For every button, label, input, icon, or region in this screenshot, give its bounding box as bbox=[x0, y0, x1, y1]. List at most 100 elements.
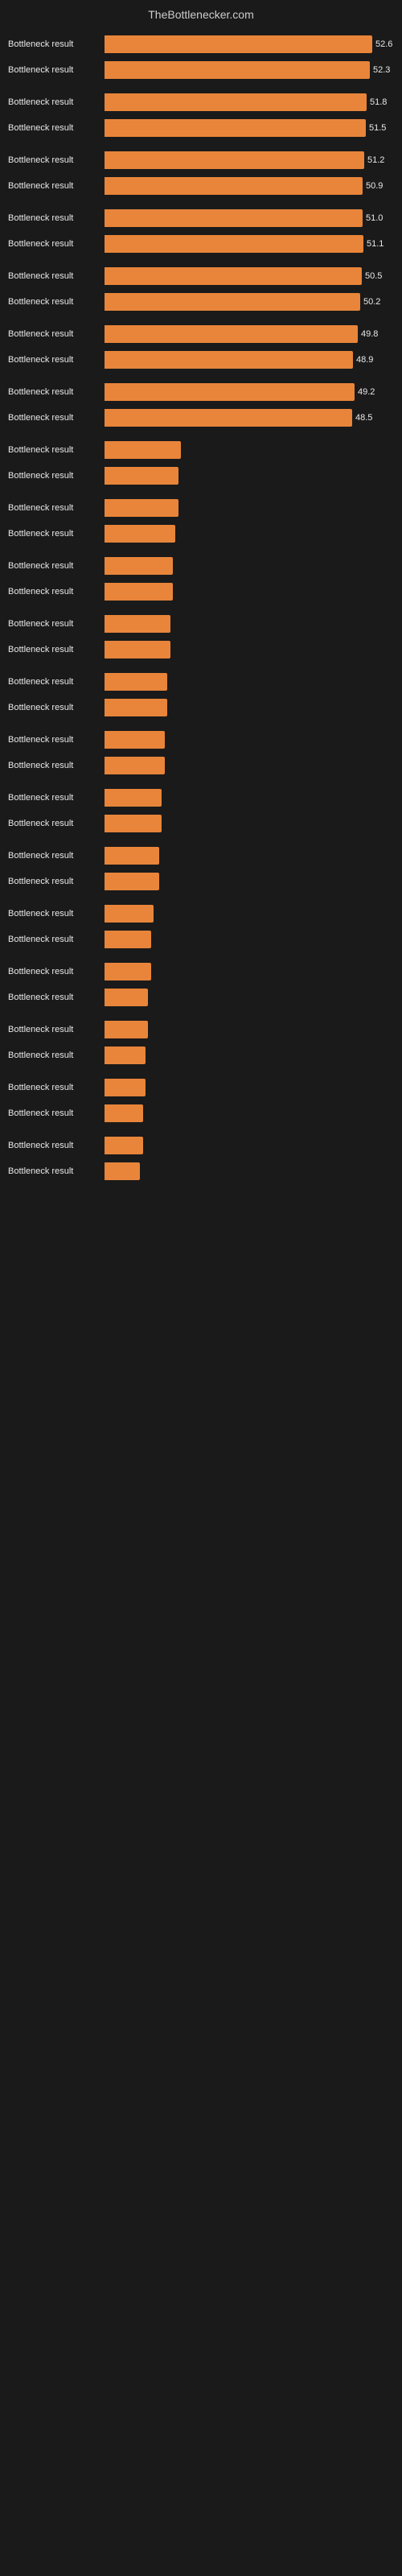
bar-row: Bottleneck result49.2 bbox=[8, 381, 386, 403]
bar-row: Bottleneck result48.5 bbox=[8, 407, 386, 429]
bar-wrapper bbox=[105, 699, 386, 716]
bar-row: Bottleneck result bbox=[8, 555, 386, 577]
bar-row: Bottleneck result bbox=[8, 1076, 386, 1099]
bar-row: Bottleneck result bbox=[8, 613, 386, 635]
bar-row: Bottleneck result bbox=[8, 870, 386, 893]
bar-fill bbox=[105, 267, 362, 285]
bar-wrapper bbox=[105, 441, 386, 459]
bar-label: Bottleneck result bbox=[8, 39, 105, 49]
bar-label: Bottleneck result bbox=[8, 1051, 105, 1060]
bar-wrapper: 49.2 bbox=[105, 383, 386, 401]
bar-wrapper: 51.2 bbox=[105, 151, 386, 169]
bar-fill bbox=[105, 177, 363, 195]
bar-row: Bottleneck result bbox=[8, 522, 386, 545]
bar-wrapper bbox=[105, 931, 386, 948]
bar-fill bbox=[105, 35, 372, 53]
bar-label: Bottleneck result bbox=[8, 65, 105, 75]
bar-label: Bottleneck result bbox=[8, 1166, 105, 1176]
bar-fill bbox=[105, 293, 360, 311]
spacer bbox=[8, 258, 386, 265]
bar-label: Bottleneck result bbox=[8, 587, 105, 597]
spacer bbox=[8, 1186, 386, 1192]
bar-label: Bottleneck result bbox=[8, 703, 105, 712]
bar-fill bbox=[105, 673, 167, 691]
bar-value: 52.6 bbox=[375, 39, 392, 49]
spacer bbox=[8, 85, 386, 91]
bar-row: Bottleneck result bbox=[8, 960, 386, 983]
bar-wrapper bbox=[105, 905, 386, 923]
bar-row: Bottleneck result 51.0 bbox=[8, 207, 386, 229]
bar-fill bbox=[105, 615, 170, 633]
bar-label: Bottleneck result bbox=[8, 387, 105, 397]
bar-wrapper bbox=[105, 989, 386, 1006]
bar-wrapper: 48.5 bbox=[105, 409, 386, 427]
bar-wrapper: 52.3 bbox=[105, 61, 390, 79]
bar-row: Bottleneck result bbox=[8, 1102, 386, 1125]
bar-fill bbox=[105, 441, 181, 459]
bar-fill bbox=[105, 989, 148, 1006]
spacer bbox=[8, 722, 386, 729]
bar-wrapper: 51.5 bbox=[105, 119, 386, 137]
bar-label: Bottleneck result bbox=[8, 677, 105, 687]
bar-fill bbox=[105, 1137, 143, 1154]
bar-wrapper bbox=[105, 641, 386, 658]
bar-row: Bottleneck result bbox=[8, 497, 386, 519]
spacer bbox=[8, 374, 386, 381]
bar-fill bbox=[105, 905, 154, 923]
bar-label: Bottleneck result bbox=[8, 619, 105, 629]
bar-wrapper bbox=[105, 815, 386, 832]
bar-wrapper: 51.1 bbox=[105, 235, 386, 253]
bar-row: Bottleneck result52.3 bbox=[8, 59, 386, 81]
bar-fill bbox=[105, 931, 151, 948]
bar-label: Bottleneck result bbox=[8, 155, 105, 165]
bar-row: Bottleneck result bbox=[8, 671, 386, 693]
bar-row: Bottleneck result49.8 bbox=[8, 323, 386, 345]
bar-label: Bottleneck result bbox=[8, 877, 105, 886]
bar-row: Bottleneck result bbox=[8, 812, 386, 835]
bar-fill bbox=[105, 1162, 140, 1180]
bar-wrapper: 51.8 bbox=[105, 93, 387, 111]
bar-value: 50.9 bbox=[366, 181, 383, 191]
bar-fill bbox=[105, 1104, 143, 1122]
bar-label: Bottleneck result bbox=[8, 1141, 105, 1150]
bar-row: Bottleneck result bbox=[8, 464, 386, 487]
bar-row: Bottleneck result bbox=[8, 902, 386, 925]
bar-value: 51.5 bbox=[369, 123, 386, 133]
bar-label: Bottleneck result bbox=[8, 761, 105, 770]
bar-fill bbox=[105, 1079, 146, 1096]
bar-row: Bottleneck result bbox=[8, 754, 386, 777]
bar-value: 50.5 bbox=[365, 271, 382, 281]
bar-row: Bottleneck result 48.9 bbox=[8, 349, 386, 371]
bar-wrapper bbox=[105, 557, 386, 575]
bar-wrapper: 52.6 bbox=[105, 35, 392, 53]
bar-value: 51.8 bbox=[370, 97, 387, 107]
bar-row: Bottleneck result bbox=[8, 1018, 386, 1041]
spacer bbox=[8, 316, 386, 323]
bar-wrapper: 48.9 bbox=[105, 351, 386, 369]
bar-fill bbox=[105, 963, 151, 980]
bar-label: Bottleneck result bbox=[8, 735, 105, 745]
bar-fill bbox=[105, 815, 162, 832]
spacer bbox=[8, 548, 386, 555]
bar-value: 51.0 bbox=[366, 213, 383, 223]
bar-row: Bottleneck result bbox=[8, 1160, 386, 1183]
bar-label: Bottleneck result bbox=[8, 213, 105, 223]
bar-label: Bottleneck result bbox=[8, 793, 105, 803]
bar-label: Bottleneck result bbox=[8, 1083, 105, 1092]
bar-value: 48.9 bbox=[356, 355, 373, 365]
bar-fill bbox=[105, 557, 173, 575]
spacer bbox=[8, 490, 386, 497]
bar-row: Bottleneck result52.6 bbox=[8, 33, 386, 56]
bar-fill bbox=[105, 699, 167, 716]
bar-wrapper: 50.5 bbox=[105, 267, 386, 285]
bar-wrapper bbox=[105, 673, 386, 691]
bar-row: Bottleneck result bbox=[8, 580, 386, 603]
bar-wrapper bbox=[105, 525, 386, 543]
bar-label: Bottleneck result bbox=[8, 271, 105, 281]
bar-fill bbox=[105, 789, 162, 807]
chart-container: Bottleneck result52.6Bottleneck result52… bbox=[0, 25, 402, 1200]
spacer bbox=[8, 954, 386, 960]
spacer bbox=[8, 1012, 386, 1018]
bar-label: Bottleneck result bbox=[8, 355, 105, 365]
bar-fill bbox=[105, 873, 159, 890]
